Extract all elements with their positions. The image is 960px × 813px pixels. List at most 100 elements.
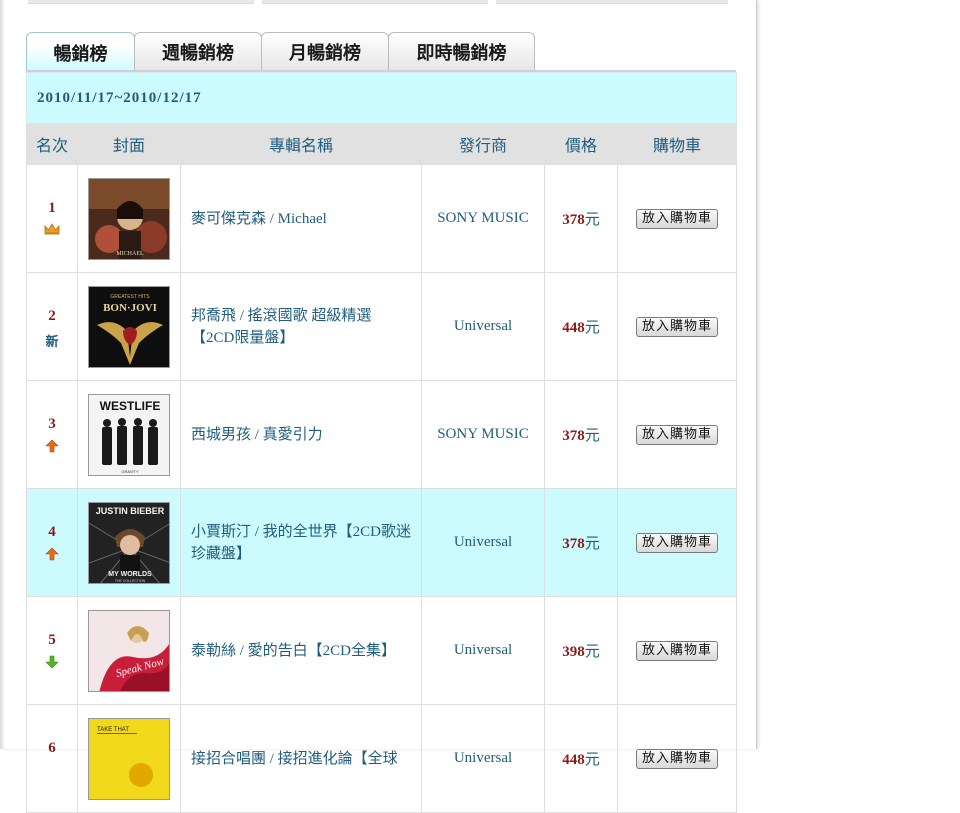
album-cover-westlife-icon[interactable]: WESTLIFE GRAVITY xyxy=(88,393,170,476)
rank-cell: 4 xyxy=(26,488,78,597)
cover-cell: WESTLIFE GRAVITY xyxy=(77,380,181,489)
table-row: 5 Speak Now 泰勒絲 / 愛的告白【2CD全集】 Universal … xyxy=(26,596,738,705)
rank-cell: 1 xyxy=(26,164,78,273)
price-number: 378 xyxy=(562,536,585,552)
currency-unit: 元 xyxy=(584,536,600,552)
cart-cell: 放入購物車 xyxy=(616,704,738,813)
cover-cell: JUSTIN BIEBER MY WORLDS THE COLLECTION xyxy=(77,488,181,597)
col-publisher: 發行商 xyxy=(421,123,545,165)
cover-text: BON·JOVI xyxy=(103,302,157,314)
col-price: 價格 xyxy=(544,123,618,165)
price: 398元 xyxy=(544,596,618,705)
table-row: 3 WESTLIFE GRAVITY 西城男孩 / 真愛引力 SONY MUSI… xyxy=(26,380,738,489)
add-to-cart-button[interactable]: 放入購物車 xyxy=(636,748,719,769)
add-to-cart-button[interactable]: 放入購物車 xyxy=(636,640,719,661)
tab-weekly[interactable]: 週暢銷榜 xyxy=(134,32,262,70)
rank-cell: 2 新 xyxy=(26,272,78,381)
price-number: 378 xyxy=(562,212,585,228)
price: 378元 xyxy=(544,488,618,597)
table-row: 4 JUSTIN BIEBER MY WORLDS THE COLLECTION… xyxy=(26,488,738,597)
page-frame: 暢銷榜 週暢銷榜 月暢銷榜 即時暢銷榜 2010/11/17~2010/12/1… xyxy=(0,0,757,813)
rank-cell: 3 xyxy=(26,380,78,489)
date-range: 2010/11/17~2010/12/17 xyxy=(25,72,738,124)
rank-number: 5 xyxy=(48,632,56,648)
album-title[interactable]: 西城男孩 / 真愛引力 xyxy=(180,380,422,489)
currency-unit: 元 xyxy=(584,428,600,444)
table-row: 1 MICHAEL 麥可傑克森 / Michael SONY MUSIC 378… xyxy=(26,164,738,273)
cover-cell: Speak Now xyxy=(77,596,181,705)
arrow-up-icon xyxy=(28,439,76,453)
album-title[interactable]: 邦喬飛 / 搖滾國歌 超級精選【2CD限量盤】 xyxy=(180,272,422,381)
cart-cell: 放入購物車 xyxy=(616,164,738,273)
rank-number: 4 xyxy=(48,524,56,540)
currency-unit: 元 xyxy=(584,320,600,336)
col-cart: 購物車 xyxy=(616,123,738,165)
bestseller-table: 2010/11/17~2010/12/17 名次 封面 專輯名稱 發行商 價格 … xyxy=(25,72,738,813)
album-title[interactable]: 小賈斯汀 / 我的全世界【2CD歌迷珍藏盤】 xyxy=(180,488,422,597)
top-strip xyxy=(496,0,728,4)
add-to-cart-button[interactable]: 放入購物車 xyxy=(636,208,719,229)
table-header: 名次 封面 專輯名稱 發行商 價格 購物車 xyxy=(26,123,738,165)
rank-number: 2 xyxy=(48,308,56,324)
album-title[interactable]: 接招合唱團 / 接招進化論【全球 xyxy=(180,704,422,813)
cover-text: MY WORLDS xyxy=(108,571,152,578)
date-range-row: 2010/11/17~2010/12/17 xyxy=(25,72,738,124)
add-to-cart-button[interactable]: 放入購物車 xyxy=(636,532,719,553)
table-row: 2 新 GREATEST HITS BON·JOVI 邦喬飛 / 搖滾國歌 超級… xyxy=(26,272,738,381)
cart-cell: 放入購物車 xyxy=(616,380,738,489)
tab-bestseller[interactable]: 暢銷榜 xyxy=(26,32,135,72)
cover-text: JUSTIN BIEBER xyxy=(96,506,165,516)
currency-unit: 元 xyxy=(584,212,600,228)
album-cover-taylor-swift-icon[interactable]: Speak Now xyxy=(88,609,170,692)
price-number: 448 xyxy=(562,752,585,768)
cover-text: GREATEST HITS xyxy=(110,294,150,300)
album-cover-justin-bieber-icon[interactable]: JUSTIN BIEBER MY WORLDS THE COLLECTION xyxy=(88,501,170,584)
rank-number: 1 xyxy=(48,200,56,216)
publisher: Universal xyxy=(421,596,545,705)
price: 448元 xyxy=(544,272,618,381)
cover-cell: TAKE THAT xyxy=(77,704,181,813)
price: 378元 xyxy=(544,164,618,273)
price: 378元 xyxy=(544,380,618,489)
tab-monthly[interactable]: 月暢銷榜 xyxy=(261,32,389,70)
cover-text: MICHAEL xyxy=(116,251,144,257)
currency-unit: 元 xyxy=(584,752,600,768)
top-strip xyxy=(262,0,488,4)
publisher: SONY MUSIC xyxy=(421,380,545,489)
currency-unit: 元 xyxy=(584,644,600,660)
arrow-up-icon xyxy=(28,547,76,561)
cover-text: WESTLIFE xyxy=(100,399,161,413)
col-cover: 封面 xyxy=(77,123,181,165)
col-rank: 名次 xyxy=(26,123,78,165)
crown-icon xyxy=(28,223,76,237)
new-badge: 新 xyxy=(45,334,59,349)
cover-text: GRAVITY xyxy=(121,469,139,474)
table-row: 6 TAKE THAT 接招合唱團 / 接招進化論【全球 Universal 4… xyxy=(26,704,738,813)
publisher: Universal xyxy=(421,272,545,381)
album-cover-michael-icon[interactable]: MICHAEL xyxy=(88,177,170,260)
cover-text: TAKE THAT xyxy=(97,727,129,733)
arrow-down-icon xyxy=(28,655,76,669)
rank-cell: 6 xyxy=(26,704,78,813)
add-to-cart-button[interactable]: 放入購物車 xyxy=(636,316,719,337)
tab-realtime[interactable]: 即時暢銷榜 xyxy=(388,32,535,70)
album-title[interactable]: 麥可傑克森 / Michael xyxy=(180,164,422,273)
cover-cell: MICHAEL xyxy=(77,164,181,273)
frame-left-edge xyxy=(0,0,4,749)
cover-text: THE COLLECTION xyxy=(115,579,146,583)
rank-cell: 5 xyxy=(26,596,78,705)
price: 448元 xyxy=(544,704,618,813)
publisher: Universal xyxy=(421,488,545,597)
chart-tabs: 暢銷榜 週暢銷榜 月暢銷榜 即時暢銷榜 xyxy=(26,32,736,72)
cart-cell: 放入購物車 xyxy=(616,272,738,381)
cover-cell: GREATEST HITS BON·JOVI xyxy=(77,272,181,381)
album-cover-take-that-icon[interactable]: TAKE THAT xyxy=(88,717,170,800)
publisher: SONY MUSIC xyxy=(421,164,545,273)
cart-cell: 放入購物車 xyxy=(616,596,738,705)
price-number: 448 xyxy=(562,320,585,336)
album-title[interactable]: 泰勒絲 / 愛的告白【2CD全集】 xyxy=(180,596,422,705)
top-strip xyxy=(28,0,254,4)
add-to-cart-button[interactable]: 放入購物車 xyxy=(636,424,719,445)
price-number: 398 xyxy=(562,644,585,660)
album-cover-bon-jovi-icon[interactable]: GREATEST HITS BON·JOVI xyxy=(88,285,170,368)
